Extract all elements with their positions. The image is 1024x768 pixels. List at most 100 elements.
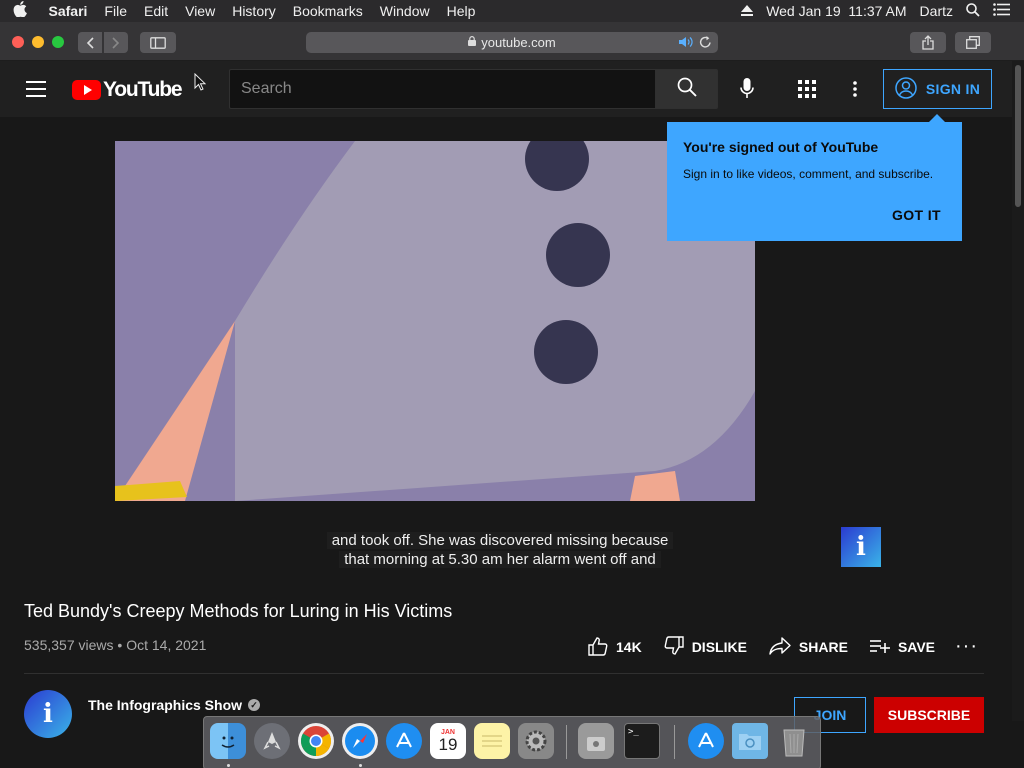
launchpad-icon[interactable] [254, 723, 290, 759]
menu-file[interactable]: File [96, 3, 136, 19]
apple-icon[interactable] [0, 1, 40, 21]
address-bar[interactable]: youtube.com [306, 32, 718, 53]
notes-icon[interactable] [474, 723, 510, 759]
avatar-letter: i [43, 699, 53, 729]
menu-icon[interactable] [26, 81, 46, 97]
url-text: youtube.com [481, 35, 556, 50]
sign-in-button[interactable]: SIGN IN [883, 69, 992, 109]
watermark-letter: i [856, 532, 866, 562]
spotlight-icon[interactable] [966, 2, 980, 20]
like-count: 14K [616, 639, 642, 655]
tabs-overview-button[interactable] [955, 32, 991, 53]
video-frame [115, 141, 755, 501]
menu-clock[interactable]: Wed Jan 19 11:37 AM [766, 3, 906, 19]
save-button[interactable]: SAVE [869, 639, 936, 656]
page-scrollbar[interactable] [1012, 61, 1024, 721]
sign-in-label: SIGN IN [925, 81, 981, 97]
search-button[interactable] [655, 69, 718, 109]
upload-date: Oct 14, 2021 [126, 637, 207, 653]
mouse-cursor-icon [194, 72, 207, 96]
calendar-icon[interactable]: JAN 19 [430, 723, 466, 759]
share-icon [769, 636, 791, 658]
share-toolbar-button[interactable] [910, 32, 946, 53]
search-box [229, 69, 656, 109]
dislike-icon [664, 635, 684, 659]
channel-avatar[interactable]: i [24, 690, 72, 738]
chrome-icon[interactable] [298, 723, 334, 759]
microphone-icon[interactable] [735, 77, 759, 101]
subscribe-button[interactable]: SUBSCRIBE [874, 697, 984, 733]
finder-icon[interactable] [210, 723, 246, 759]
caption-line-1: and took off. She was discovered missing… [326, 532, 674, 549]
signed-out-popup: You're signed out of YouTube Sign in to … [667, 114, 962, 241]
sidebar-toggle-button[interactable] [140, 32, 176, 53]
safari-icon[interactable] [342, 723, 378, 759]
app-store-icon[interactable] [386, 723, 422, 759]
speaker-icon[interactable] [678, 35, 694, 52]
downloads-folder-icon[interactable] [732, 723, 768, 759]
youtube-logo[interactable]: YouTube [72, 78, 183, 102]
menu-window[interactable]: Window [371, 3, 438, 19]
video-actions: 14K DISLIKE SHARE SAVE [588, 634, 957, 660]
more-actions-icon[interactable]: ··· [955, 636, 978, 656]
save-playlist-icon [869, 639, 890, 656]
video-meta: 535,357 views • Oct 14, 2021 [24, 637, 206, 653]
menu-view[interactable]: View [177, 3, 224, 19]
zoom-window-button[interactable] [52, 36, 64, 48]
dock-separator [566, 725, 567, 759]
popup-text: Sign in to like videos, comment, and sub… [683, 167, 934, 181]
like-button[interactable]: 14K [588, 636, 642, 659]
reload-icon[interactable] [699, 35, 712, 52]
caption-line-2: that morning at 5.30 am her alarm went o… [339, 551, 661, 568]
apps-grid-icon[interactable] [795, 77, 819, 101]
menu-user[interactable]: Dartz [920, 3, 953, 19]
menu-bookmarks[interactable]: Bookmarks [284, 3, 371, 19]
menu-history[interactable]: History [224, 3, 285, 19]
minimize-window-button[interactable] [32, 36, 44, 48]
video-player[interactable] [115, 141, 755, 501]
calendar-day: 19 [438, 735, 458, 754]
terminal-icon[interactable]: >_ [624, 723, 660, 759]
app-store-downloads-icon[interactable] [688, 723, 724, 759]
share-label: SHARE [798, 639, 848, 655]
channel-name-row[interactable]: The Infographics Show ✓ [88, 697, 261, 713]
search-input[interactable] [230, 70, 656, 108]
verified-icon: ✓ [248, 699, 261, 711]
like-icon [588, 636, 608, 659]
dock-separator [674, 725, 675, 759]
menu-edit[interactable]: Edit [135, 3, 176, 19]
youtube-play-icon [72, 80, 101, 100]
channel-watermark[interactable]: i [841, 527, 881, 567]
lock-icon [468, 36, 477, 49]
dislike-button[interactable]: DISLIKE [664, 635, 747, 659]
divider [24, 673, 984, 674]
youtube-header: YouTube SIGN IN [0, 61, 1012, 117]
youtube-logo-text: YouTube [103, 78, 183, 101]
view-count: 535,357 views [24, 637, 114, 653]
popup-title: You're signed out of YouTube [683, 139, 879, 155]
system-preferences-icon[interactable] [518, 723, 554, 759]
disk-utility-icon[interactable] [578, 723, 614, 759]
meta-separator: • [117, 637, 127, 653]
video-title: Ted Bundy's Creepy Methods for Luring in… [24, 601, 453, 621]
browser-toolbar: youtube.com + [0, 22, 1024, 83]
menu-app-name[interactable]: Safari [40, 3, 96, 19]
dock: JAN 19 >_ [203, 716, 821, 768]
share-button[interactable]: SHARE [769, 636, 848, 658]
got-it-button[interactable]: GOT IT [892, 207, 941, 223]
menu-bar: Safari File Edit View History Bookmarks … [0, 0, 1024, 22]
menu-help[interactable]: Help [438, 3, 484, 19]
more-vertical-icon[interactable] [843, 77, 867, 101]
scrollbar-thumb[interactable] [1015, 65, 1021, 207]
finder-running-dot [227, 764, 230, 767]
back-button[interactable] [78, 32, 102, 53]
save-label: SAVE [897, 639, 936, 655]
close-window-button[interactable] [12, 36, 24, 48]
trash-icon[interactable] [776, 723, 812, 759]
forward-button[interactable] [104, 32, 128, 53]
eject-icon[interactable] [741, 3, 754, 19]
control-center-icon[interactable] [993, 3, 1010, 19]
search-icon [677, 77, 697, 102]
screen: { "menubar": { "app_name": "Safari", "it… [0, 0, 1024, 768]
account-icon [895, 76, 917, 102]
